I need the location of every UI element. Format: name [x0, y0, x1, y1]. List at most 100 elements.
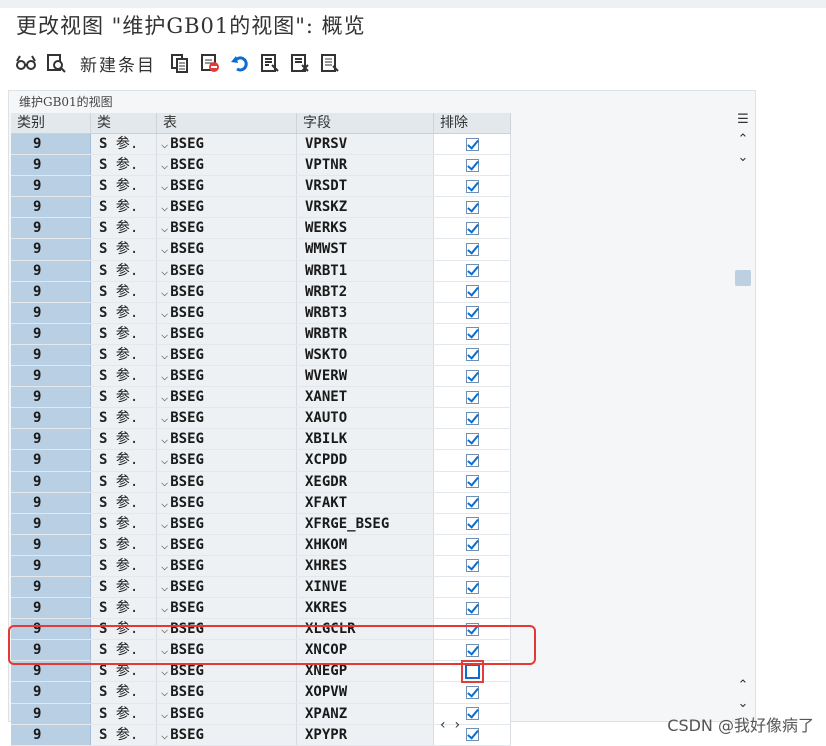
table-row[interactable]: 9S 参. ⌵ BSEG WRBTR — [11, 323, 511, 345]
table-row[interactable]: 9S 参. ⌵ BSEG XOPVW — [11, 682, 511, 704]
table-row[interactable]: 9S 参. ⌵ BSEG XPYPR — [11, 724, 511, 746]
cell-table[interactable]: ⌵ BSEG — [157, 387, 297, 408]
cell-field[interactable]: XAUTO — [297, 408, 434, 429]
cell-field[interactable]: VPRSV — [297, 134, 434, 155]
cell-type[interactable]: S 参. — [91, 218, 157, 239]
table-row[interactable]: 9S 参. ⌵ BSEG XFAKT — [11, 492, 511, 514]
cell-table[interactable]: ⌵ BSEG — [157, 598, 297, 619]
exclude-checkbox[interactable] — [465, 411, 479, 425]
chevron-down-icon[interactable]: ⌵ — [161, 517, 168, 531]
chevron-down-icon[interactable]: ⌵ — [161, 348, 168, 362]
cell-table[interactable]: ⌵ BSEG — [157, 134, 297, 155]
cell-table[interactable]: ⌵ BSEG — [157, 239, 297, 260]
exclude-checkbox[interactable] — [465, 200, 479, 214]
cell-field[interactable]: VRSDT — [297, 176, 434, 197]
table-row[interactable]: 9S 参. ⌵ BSEG VPRSV — [11, 134, 511, 156]
cell-table[interactable]: ⌵ BSEG — [157, 197, 297, 218]
cell-category[interactable]: 9 — [11, 429, 91, 450]
exclude-checkbox[interactable] — [465, 137, 479, 151]
chevron-down-icon[interactable]: ⌵ — [161, 221, 168, 235]
column-header-table[interactable]: 表 — [157, 113, 297, 133]
cell-field[interactable]: XEGDR — [297, 471, 434, 492]
cell-type[interactable]: S 参. — [91, 471, 157, 492]
cell-category[interactable]: 9 — [11, 281, 91, 302]
chevron-down-icon[interactable]: ⌵ — [161, 453, 168, 467]
cell-type[interactable]: S 参. — [91, 302, 157, 323]
exclude-checkbox[interactable] — [465, 517, 479, 531]
chevron-down-icon[interactable]: ⌵ — [161, 559, 168, 573]
scroll-right-icon[interactable]: › — [455, 717, 461, 733]
cell-field[interactable]: XFRGE_BSEG — [297, 513, 434, 534]
undo-icon[interactable] — [228, 51, 252, 75]
exclude-checkbox[interactable] — [465, 496, 479, 510]
table-row[interactable]: 9S 参. ⌵ BSEG XHRES — [11, 555, 511, 577]
cell-table[interactable]: ⌵ BSEG — [157, 302, 297, 323]
cell-table[interactable]: ⌵ BSEG — [157, 682, 297, 703]
cell-field[interactable]: WERKS — [297, 218, 434, 239]
column-header-field[interactable]: 字段 — [297, 113, 434, 133]
cell-field[interactable]: WVERW — [297, 366, 434, 387]
cell-category[interactable]: 9 — [11, 682, 91, 703]
cell-table[interactable]: ⌵ BSEG — [157, 155, 297, 176]
cell-table[interactable]: ⌵ BSEG — [157, 555, 297, 576]
cell-table[interactable]: ⌵ BSEG — [157, 344, 297, 366]
exclude-checkbox[interactable] — [465, 179, 479, 193]
cell-field[interactable]: XPANZ — [297, 703, 434, 724]
new-entries-button[interactable]: 新建条目 — [80, 51, 156, 76]
cell-type[interactable]: S 参. — [91, 197, 157, 218]
cell-category[interactable]: 9 — [11, 471, 91, 492]
chevron-down-icon[interactable]: ⌵ — [161, 580, 168, 594]
cell-field[interactable]: WSKTO — [297, 344, 434, 366]
cell-category[interactable]: 9 — [11, 344, 91, 366]
table-row[interactable]: 9S 参. ⌵ BSEG WRBT3 — [11, 302, 511, 324]
scroll-down-icon[interactable]: ⌄ — [733, 150, 753, 168]
exclude-checkbox[interactable] — [465, 432, 479, 446]
table-row[interactable]: 9S 参. ⌵ BSEG XCPDD — [11, 450, 511, 472]
cell-category[interactable]: 9 — [11, 576, 91, 598]
cell-type[interactable]: S 参. — [91, 176, 157, 197]
chevron-down-icon[interactable]: ⌵ — [161, 496, 168, 510]
exclude-checkbox[interactable] — [460, 659, 484, 683]
exclude-checkbox[interactable] — [465, 327, 479, 341]
cell-field[interactable]: VPTNR — [297, 155, 434, 176]
table-row[interactable]: 9S 参. ⌵ BSEG WSKTO — [11, 344, 511, 367]
cell-type[interactable]: S 参. — [91, 260, 157, 281]
cell-table[interactable]: ⌵ BSEG — [157, 471, 297, 492]
exclude-checkbox[interactable] — [465, 453, 479, 467]
glasses-icon[interactable] — [14, 51, 38, 75]
cell-table[interactable]: ⌵ BSEG — [157, 408, 297, 429]
table-row[interactable]: 9S 参. ⌵ BSEG WVERW — [11, 366, 511, 388]
exclude-checkbox[interactable] — [465, 285, 479, 299]
exclude-checkbox[interactable] — [465, 369, 479, 383]
exclude-checkbox[interactable] — [465, 348, 479, 362]
cell-type[interactable]: S 参. — [91, 703, 157, 724]
cell-type[interactable]: S 参. — [91, 408, 157, 429]
cell-table[interactable]: ⌵ BSEG — [157, 513, 297, 534]
table-row[interactable]: 9S 参. ⌵ BSEG XINVE — [11, 576, 511, 599]
select-block-icon[interactable] — [288, 51, 312, 75]
cell-category[interactable]: 9 — [11, 134, 91, 155]
cell-type[interactable]: S 参. — [91, 344, 157, 366]
chevron-down-icon[interactable]: ⌵ — [161, 707, 168, 721]
chevron-down-icon[interactable]: ⌵ — [161, 158, 168, 172]
scroll-up-icon[interactable]: ⌃ — [733, 132, 753, 150]
cell-field[interactable]: WMWST — [297, 239, 434, 260]
cell-category[interactable]: 9 — [11, 155, 91, 176]
cell-field[interactable]: XFAKT — [297, 492, 434, 513]
cell-field[interactable]: XKRES — [297, 598, 434, 619]
column-settings-icon[interactable]: ☰ — [733, 112, 753, 130]
cell-category[interactable]: 9 — [11, 408, 91, 429]
cell-type[interactable]: S 参. — [91, 450, 157, 471]
exclude-checkbox[interactable] — [465, 243, 479, 257]
cell-field[interactable]: XHRES — [297, 555, 434, 576]
column-header-exclude[interactable]: 排除 — [434, 113, 511, 133]
chevron-down-icon[interactable]: ⌵ — [161, 306, 168, 320]
table-row[interactable]: 9S 参. ⌵ BSEG XHKOM — [11, 534, 511, 556]
exclude-checkbox[interactable] — [465, 475, 479, 489]
table-row[interactable]: 9S 参. ⌵ BSEG XEGDR — [11, 471, 511, 493]
cell-field[interactable]: VRSKZ — [297, 197, 434, 218]
table-row[interactable]: 9S 参. ⌵ BSEG WRBT1 — [11, 260, 511, 282]
cell-table[interactable]: ⌵ BSEG — [157, 260, 297, 281]
table-row[interactable]: 9S 参. ⌵ BSEG XANET — [11, 387, 511, 409]
deselect-all-icon[interactable] — [318, 51, 342, 75]
